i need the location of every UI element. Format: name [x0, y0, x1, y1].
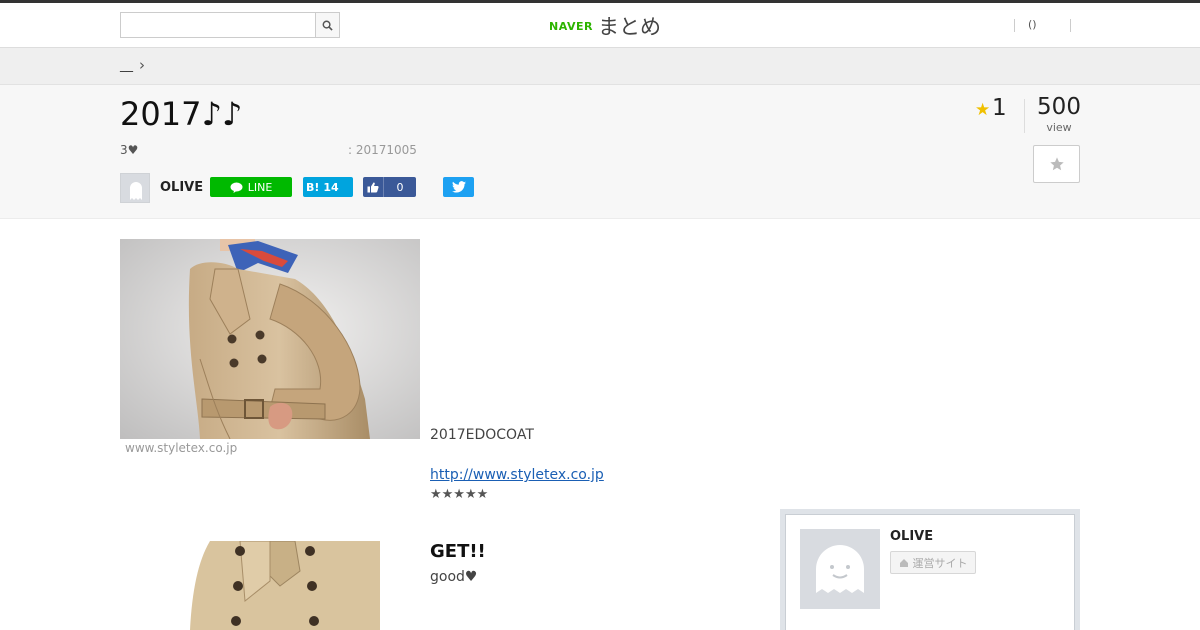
breadcrumb-bar: __ ›: [0, 48, 1200, 85]
favorites-text: 3♥: [120, 143, 139, 157]
twitter-share-button[interactable]: [443, 177, 474, 197]
page-title: 2017♪♪: [120, 95, 243, 133]
section-text: good♥: [430, 569, 478, 585]
hatena-icon: B!: [306, 180, 320, 194]
star-icon: ★: [975, 100, 991, 120]
line-icon: [230, 182, 243, 193]
star-outline-icon: [1049, 157, 1064, 171]
view-count: 500: [1037, 94, 1081, 120]
rating-stars: ★★★★★: [430, 487, 489, 502]
publish-date: : 20171005: [348, 143, 417, 157]
facebook-like-count: 0: [383, 177, 416, 197]
logo-naver-text: NAVER: [549, 19, 593, 33]
facebook-like-button[interactable]: 0: [363, 177, 416, 197]
trench-coat-photo-2[interactable]: [120, 541, 420, 630]
trench-coat-photo[interactable]: [120, 239, 420, 439]
source-link[interactable]: http://www.styletex.co.jp: [430, 467, 604, 483]
twitter-icon: [451, 181, 466, 193]
header-divider: [1014, 19, 1015, 32]
home-icon: [899, 558, 908, 567]
author-share-row: OLIVE LINE B! 14 0: [120, 173, 520, 203]
line-share-button[interactable]: LINE: [210, 177, 292, 197]
trench-coat-image-2: [120, 541, 420, 630]
hatena-bookmark-button[interactable]: B! 14: [303, 177, 353, 197]
view-label: view: [1046, 121, 1072, 134]
breadcrumb-item[interactable]: __: [120, 58, 133, 73]
chevron-right-icon: ›: [139, 56, 145, 74]
favorite-count: 1: [992, 95, 1007, 121]
image-source-credit[interactable]: www.styletex.co.jp: [125, 441, 237, 455]
default-avatar-icon: [130, 182, 142, 200]
section-heading: GET!!: [430, 541, 486, 562]
author-site-button[interactable]: 運営サイト: [890, 551, 976, 574]
search-button[interactable]: [315, 12, 340, 38]
author-card: OLIVE 運営サイト: [780, 509, 1080, 630]
logo-matome-text: まとめ: [597, 15, 661, 39]
author-name[interactable]: OLIVE: [160, 180, 203, 195]
header-divider: [1070, 19, 1071, 32]
header-user-link[interactable]: (): [1028, 18, 1037, 31]
author-avatar[interactable]: [800, 529, 880, 609]
search-icon: [322, 20, 333, 31]
author-card-body: OLIVE 運営サイト: [785, 514, 1075, 630]
naver-matome-logo[interactable]: NAVER まとめ: [549, 11, 661, 41]
trench-coat-image: [120, 239, 420, 439]
hatena-count: 14: [323, 180, 339, 194]
default-avatar-icon: [816, 545, 864, 593]
search-input[interactable]: [120, 12, 316, 38]
author-site-label: 運営サイト: [912, 556, 968, 570]
line-label: LINE: [247, 180, 273, 194]
article-header: 2017♪♪ 3♥ : 20171005 ★ 1 500 view OLIVE …: [0, 85, 1200, 219]
top-header: NAVER まとめ (): [0, 0, 1200, 48]
item-description: 2017EDOCOAT: [430, 427, 534, 443]
author-card-name[interactable]: OLIVE: [890, 529, 933, 544]
breadcrumb: __ ›: [120, 56, 145, 74]
add-favorite-button[interactable]: [1033, 145, 1080, 183]
avatar[interactable]: [120, 173, 150, 203]
thumbs-up-icon: [363, 182, 383, 193]
stat-divider: [1024, 99, 1025, 133]
